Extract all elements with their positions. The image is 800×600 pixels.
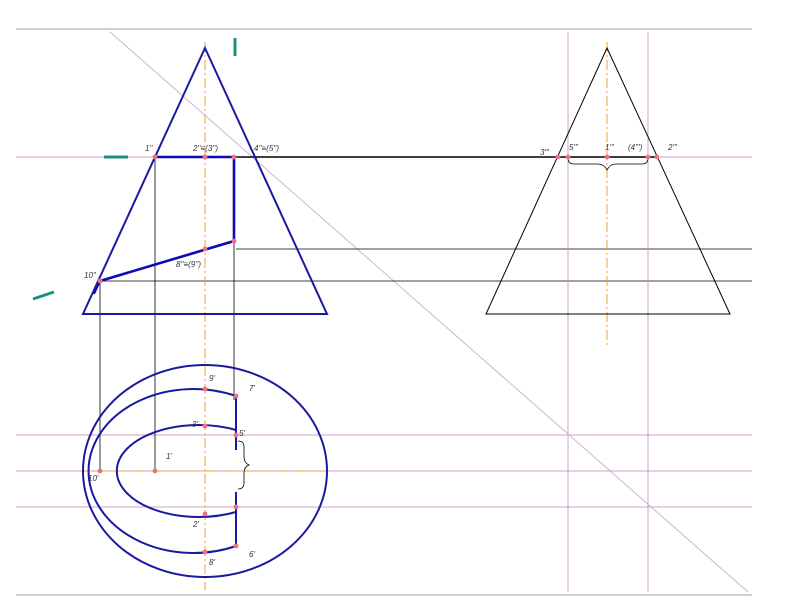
point-side-3 bbox=[555, 154, 561, 160]
label-top-6: 6' bbox=[249, 550, 255, 559]
point-top-3 bbox=[202, 423, 208, 429]
point-front-10 bbox=[97, 278, 103, 284]
side-cone-outline bbox=[485, 46, 731, 315]
label-front-10: 10'' bbox=[84, 271, 96, 280]
label-front-1: 1'' bbox=[145, 144, 153, 153]
point-front-2 bbox=[202, 154, 208, 160]
label-front-8-9: 8''≡(9'') bbox=[176, 260, 201, 269]
label-side-3: 3''' bbox=[540, 148, 550, 157]
label-top-9: 9' bbox=[209, 374, 215, 383]
point-side-1 bbox=[604, 154, 610, 160]
side-brace bbox=[567, 157, 649, 171]
point-front-4 bbox=[231, 154, 237, 160]
label-top-8: 8' bbox=[209, 558, 215, 567]
point-top-2 bbox=[202, 511, 208, 517]
label-top-5: 5' bbox=[239, 429, 245, 438]
point-top-4 bbox=[233, 504, 239, 510]
point-side-5 bbox=[565, 154, 571, 160]
label-side-5: 5''' bbox=[569, 143, 579, 152]
point-front-8 bbox=[202, 246, 208, 252]
point-front-6 bbox=[231, 238, 237, 244]
point-top-10 bbox=[97, 468, 103, 474]
label-top-1: 1' bbox=[166, 452, 172, 461]
points bbox=[97, 154, 660, 555]
label-front-2-3: 2''≡(3'') bbox=[192, 144, 218, 153]
sheet-frame bbox=[16, 28, 752, 596]
label-front-4-5: 4''≡(5'') bbox=[254, 144, 279, 153]
label-side-1: 1''' bbox=[605, 143, 615, 152]
horizontal-traces bbox=[16, 156, 752, 508]
top-brace bbox=[237, 440, 251, 490]
labels: 1'' 2''≡(3'') 4''≡(5'') 8''≡(9'') 10'' 3… bbox=[84, 143, 678, 567]
point-top-9 bbox=[202, 386, 208, 392]
point-top-1 bbox=[152, 468, 158, 474]
point-front-1 bbox=[152, 154, 158, 160]
axes bbox=[80, 42, 608, 590]
side-vertical-traces bbox=[567, 32, 649, 592]
label-top-7: 7' bbox=[249, 384, 255, 393]
point-top-5 bbox=[233, 432, 239, 438]
point-top-6 bbox=[233, 543, 239, 549]
point-side-4 bbox=[645, 154, 651, 160]
drawing-canvas: 1'' 2''≡(3'') 4''≡(5'') 8''≡(9'') 10'' 3… bbox=[16, 28, 752, 596]
front-section-cut bbox=[99, 155, 236, 283]
diagonal-constant-line bbox=[109, 31, 749, 593]
label-side-2: 2''' bbox=[667, 143, 678, 152]
label-top-10: 10' bbox=[88, 474, 99, 483]
marker-diag bbox=[32, 290, 55, 301]
point-top-8 bbox=[202, 549, 208, 555]
point-side-2 bbox=[654, 154, 660, 160]
label-top-3: 3' bbox=[192, 420, 198, 429]
label-top-2: 2' bbox=[192, 520, 199, 529]
point-top-7 bbox=[233, 393, 239, 399]
label-side-4: (4''') bbox=[628, 143, 643, 152]
